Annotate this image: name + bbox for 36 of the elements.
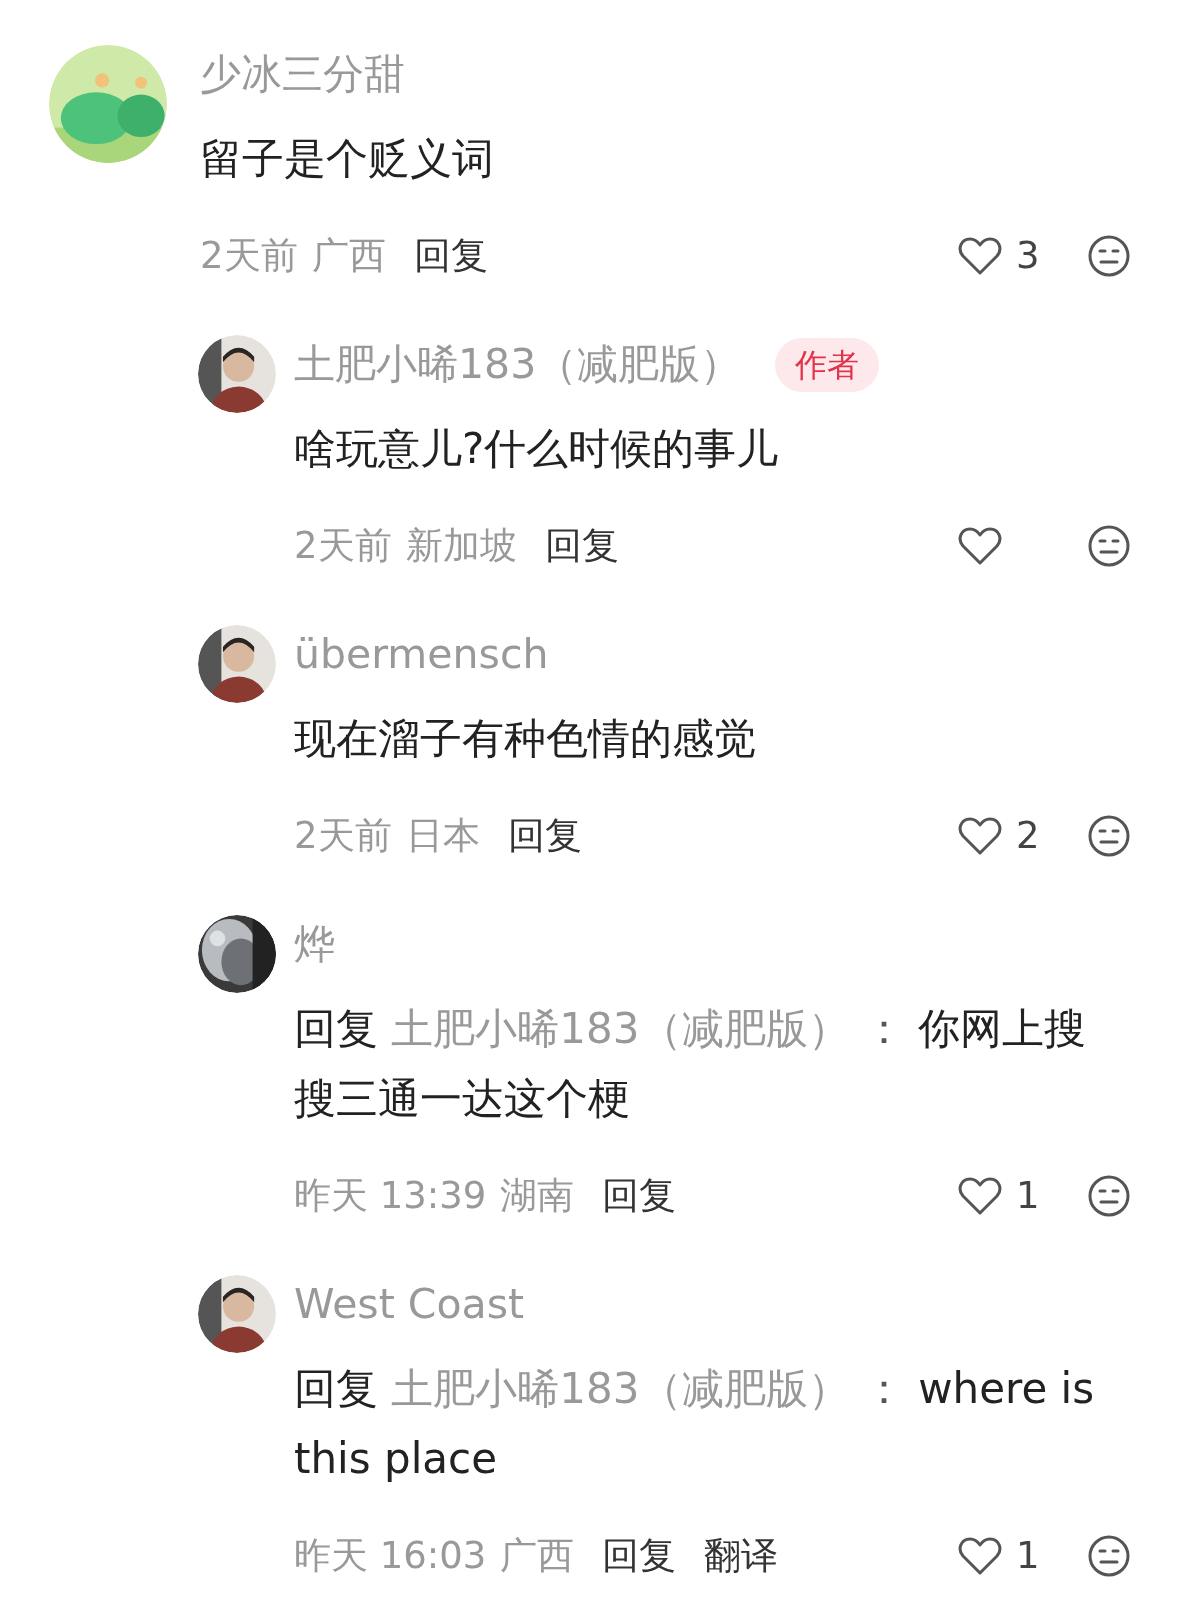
timestamp: 2天前 <box>294 813 392 860</box>
neutral-face-icon[interactable] <box>1088 525 1130 567</box>
heart-icon[interactable] <box>958 1176 1002 1216</box>
heart-icon[interactable] <box>958 816 1002 856</box>
neutral-face-icon[interactable] <box>1088 235 1130 277</box>
timestamp: 2天前 <box>294 523 392 570</box>
reply-button[interactable]: 回复 <box>507 808 582 864</box>
reply-button[interactable]: 回复 <box>602 1168 677 1224</box>
comment-text: 回复 土肥小晞183（减肥版） ： where is this place <box>294 1363 1096 1485</box>
neutral-face-icon[interactable] <box>1088 1535 1130 1577</box>
location: 广西 <box>311 233 386 280</box>
comment-text: 啥玩意儿?什么时候的事儿 <box>294 423 780 475</box>
reply-button[interactable]: 回复 <box>602 1528 677 1584</box>
translate-button[interactable]: 翻译 <box>704 1528 779 1584</box>
location: 广西 <box>500 1533 575 1580</box>
neutral-face-icon[interactable] <box>1088 1175 1130 1217</box>
location: 湖南 <box>500 1173 575 1220</box>
heart-icon[interactable] <box>958 1536 1002 1576</box>
comment-text: 留子是个贬义词 <box>200 133 495 185</box>
like-count: 2 <box>1016 813 1040 860</box>
comment-text: 回复 土肥小晞183（减肥版） ： 你网上搜搜三通一达这个梗 <box>294 1003 1088 1125</box>
location: 日本 <box>405 813 480 860</box>
timestamp: 2天前 <box>200 233 298 280</box>
neutral-face-icon[interactable] <box>1088 815 1130 857</box>
like-count: 1 <box>1016 1173 1040 1220</box>
heart-icon[interactable] <box>958 526 1002 566</box>
comment-text: 现在溜子有种色情的感觉 <box>294 713 757 765</box>
heart-icon[interactable] <box>958 236 1002 276</box>
timestamp: 昨天 16:03 <box>294 1533 487 1580</box>
like-count: 3 <box>1016 233 1040 280</box>
location: 新加坡 <box>405 523 517 570</box>
reply-button[interactable]: 回复 <box>544 518 619 574</box>
author-badge: 作者 <box>775 338 880 392</box>
timestamp: 昨天 13:39 <box>294 1173 487 1220</box>
reply-button[interactable]: 回复 <box>413 228 488 284</box>
like-count: 1 <box>1016 1533 1040 1580</box>
